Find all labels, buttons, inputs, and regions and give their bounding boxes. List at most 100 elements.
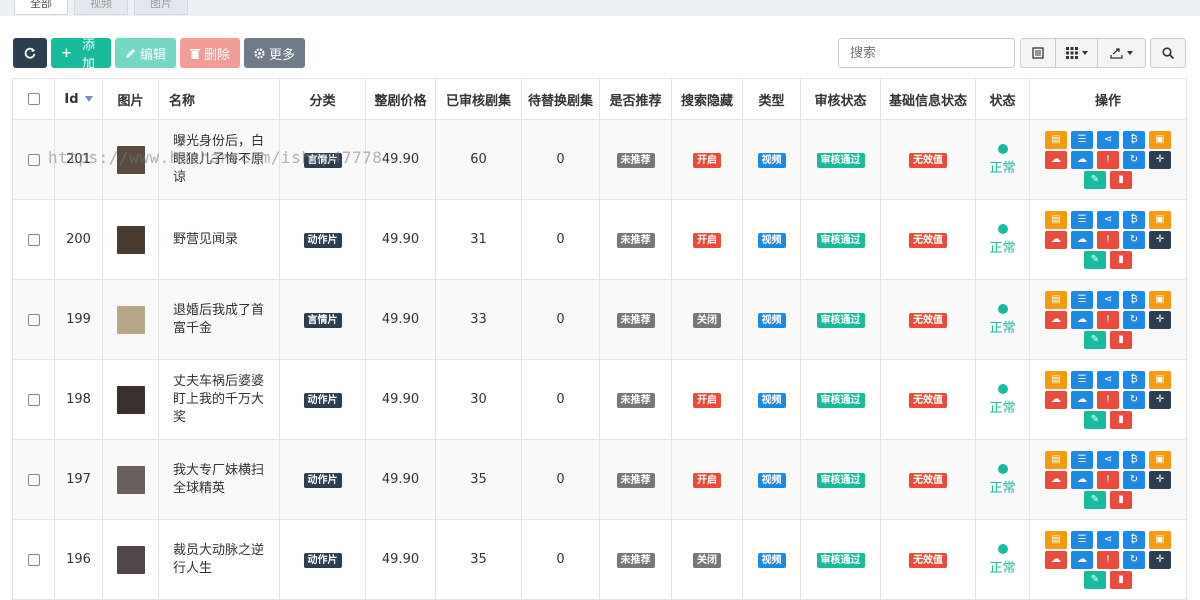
table-row[interactable]: 198 丈夫车祸后婆婆盯上我的千万大奖 动作片 49.90 30 0 未推荐 开启 视频 审核通过… bbox=[12, 359, 1187, 440]
recommend-badge[interactable]: 未推荐 bbox=[616, 552, 655, 568]
edit-icon[interactable]: ✎ bbox=[1084, 410, 1106, 429]
table-row[interactable]: 201 曝光身份后，白眼狼儿子悔不原谅 言情片 49.90 60 0 未推荐 开启 视频 审核通过… bbox=[12, 119, 1187, 200]
list-icon[interactable]: ☰ bbox=[1071, 450, 1093, 469]
id-card-icon[interactable]: ▤ bbox=[1045, 530, 1067, 549]
sync-icon[interactable]: ↻ bbox=[1123, 390, 1145, 409]
alert-icon[interactable]: ! bbox=[1097, 310, 1119, 329]
bitcoin-icon[interactable]: ₿ bbox=[1123, 290, 1145, 309]
list-icon[interactable]: ☰ bbox=[1071, 130, 1093, 149]
move-icon[interactable]: ✛ bbox=[1149, 390, 1171, 409]
sync-icon[interactable]: ↻ bbox=[1123, 150, 1145, 169]
table-row[interactable]: 199 退婚后我成了首富千金 言情片 49.90 33 0 未推荐 关闭 视频 审核通过 无效值 正常… bbox=[12, 279, 1187, 360]
cloud-upload-icon[interactable]: ☁ bbox=[1045, 230, 1067, 249]
edit-icon[interactable]: ✎ bbox=[1084, 250, 1106, 269]
search-button[interactable] bbox=[1150, 38, 1186, 68]
search-hide-badge[interactable]: 开启 bbox=[693, 232, 721, 248]
thumbnail-image[interactable] bbox=[116, 465, 145, 494]
trash-icon[interactable]: ▮ bbox=[1110, 570, 1132, 589]
bitcoin-icon[interactable]: ₿ bbox=[1123, 130, 1145, 149]
move-icon[interactable]: ✛ bbox=[1149, 230, 1171, 249]
search-hide-badge[interactable]: 关闭 bbox=[693, 312, 721, 328]
tab-all[interactable]: 全部 bbox=[14, 0, 68, 15]
table-row[interactable]: 196 裁员大动脉之逆行人生 动作片 49.90 35 0 未推荐 关闭 视频 审核通过 无效值 正常… bbox=[12, 519, 1187, 600]
columns-dropdown[interactable] bbox=[1056, 38, 1098, 68]
move-icon[interactable]: ✛ bbox=[1149, 470, 1171, 489]
cloud-upload-icon[interactable]: ☁ bbox=[1045, 310, 1067, 329]
cloud-upload-icon[interactable]: ☁ bbox=[1045, 150, 1067, 169]
thumbnail-image[interactable] bbox=[116, 545, 145, 574]
alert-icon[interactable]: ! bbox=[1097, 470, 1119, 489]
row-checkbox[interactable] bbox=[27, 153, 40, 166]
edit-icon[interactable]: ✎ bbox=[1084, 170, 1106, 189]
refresh-button[interactable] bbox=[13, 38, 47, 68]
recommend-badge[interactable]: 未推荐 bbox=[616, 392, 655, 408]
cloud-upload-icon[interactable]: ☁ bbox=[1045, 390, 1067, 409]
search-input[interactable] bbox=[838, 38, 1015, 68]
move-icon[interactable]: ✛ bbox=[1149, 150, 1171, 169]
cloud-download-icon[interactable]: ☁ bbox=[1071, 390, 1093, 409]
list-icon[interactable]: ☰ bbox=[1071, 210, 1093, 229]
alert-icon[interactable]: ! bbox=[1097, 230, 1119, 249]
cloud-upload-icon[interactable]: ☁ bbox=[1045, 470, 1067, 489]
id-card-icon[interactable]: ▤ bbox=[1045, 450, 1067, 469]
row-checkbox[interactable] bbox=[27, 313, 40, 326]
share-icon[interactable]: ⋖ bbox=[1097, 130, 1119, 149]
trash-icon[interactable]: ▮ bbox=[1110, 330, 1132, 349]
tab-video[interactable]: 视频 bbox=[74, 0, 128, 15]
share-icon[interactable]: ⋖ bbox=[1097, 290, 1119, 309]
trash-icon[interactable]: ▮ bbox=[1110, 410, 1132, 429]
cloud-download-icon[interactable]: ☁ bbox=[1071, 470, 1093, 489]
thumbnail-image[interactable] bbox=[116, 145, 145, 174]
recommend-badge[interactable]: 未推荐 bbox=[616, 312, 655, 328]
bitcoin-icon[interactable]: ₿ bbox=[1123, 530, 1145, 549]
cloud-download-icon[interactable]: ☁ bbox=[1071, 150, 1093, 169]
edit-button[interactable]: 编辑 bbox=[115, 38, 176, 68]
sync-icon[interactable]: ↻ bbox=[1123, 550, 1145, 569]
id-card-icon[interactable]: ▤ bbox=[1045, 210, 1067, 229]
id-card-icon[interactable]: ▤ bbox=[1045, 130, 1067, 149]
row-checkbox[interactable] bbox=[27, 553, 40, 566]
add-button[interactable]: + 添加 bbox=[51, 38, 111, 72]
cloud-upload-icon[interactable]: ☁ bbox=[1045, 550, 1067, 569]
search-hide-badge[interactable]: 开启 bbox=[693, 472, 721, 488]
sync-icon[interactable]: ↻ bbox=[1123, 230, 1145, 249]
recommend-badge[interactable]: 未推荐 bbox=[616, 152, 655, 168]
delete-button[interactable]: 删除 bbox=[180, 38, 240, 68]
move-icon[interactable]: ✛ bbox=[1149, 310, 1171, 329]
select-all-checkbox[interactable] bbox=[27, 93, 40, 105]
thumbnail-image[interactable] bbox=[116, 225, 145, 254]
image-icon[interactable]: ▣ bbox=[1149, 370, 1171, 389]
export-dropdown[interactable] bbox=[1098, 38, 1146, 68]
search-hide-badge[interactable]: 关闭 bbox=[693, 552, 721, 568]
table-row[interactable]: 197 我大专厂妹横扫全球精英 动作片 49.90 35 0 未推荐 开启 视频 审核通过 无效值正… bbox=[12, 439, 1187, 520]
edit-icon[interactable]: ✎ bbox=[1084, 330, 1106, 349]
thumbnail-image[interactable] bbox=[116, 385, 145, 414]
share-icon[interactable]: ⋖ bbox=[1097, 530, 1119, 549]
edit-icon[interactable]: ✎ bbox=[1084, 490, 1106, 509]
row-checkbox[interactable] bbox=[27, 473, 40, 486]
image-icon[interactable]: ▣ bbox=[1149, 210, 1171, 229]
recommend-badge[interactable]: 未推荐 bbox=[616, 472, 655, 488]
tab-image[interactable]: 图片 bbox=[134, 0, 188, 15]
share-icon[interactable]: ⋖ bbox=[1097, 210, 1119, 229]
share-icon[interactable]: ⋖ bbox=[1097, 450, 1119, 469]
cloud-download-icon[interactable]: ☁ bbox=[1071, 550, 1093, 569]
trash-icon[interactable]: ▮ bbox=[1110, 490, 1132, 509]
search-hide-badge[interactable]: 开启 bbox=[693, 392, 721, 408]
list-icon[interactable]: ☰ bbox=[1071, 530, 1093, 549]
list-icon[interactable]: ☰ bbox=[1071, 370, 1093, 389]
thumbnail-image[interactable] bbox=[116, 305, 145, 334]
col-id[interactable]: Id bbox=[54, 78, 103, 120]
trash-icon[interactable]: ▮ bbox=[1110, 250, 1132, 269]
edit-icon[interactable]: ✎ bbox=[1084, 570, 1106, 589]
image-icon[interactable]: ▣ bbox=[1149, 450, 1171, 469]
trash-icon[interactable]: ▮ bbox=[1110, 170, 1132, 189]
recommend-badge[interactable]: 未推荐 bbox=[616, 232, 655, 248]
table-row[interactable]: 200 野营见闻录 动作片 49.90 31 0 未推荐 开启 视频 审核通过 无效值 正常 ▤ ☰ ⋖ ₿ ▣… bbox=[12, 199, 1187, 280]
cloud-download-icon[interactable]: ☁ bbox=[1071, 230, 1093, 249]
id-card-icon[interactable]: ▤ bbox=[1045, 290, 1067, 309]
list-icon[interactable]: ☰ bbox=[1071, 290, 1093, 309]
bitcoin-icon[interactable]: ₿ bbox=[1123, 370, 1145, 389]
image-icon[interactable]: ▣ bbox=[1149, 530, 1171, 549]
toggle-view-button[interactable] bbox=[1020, 38, 1056, 68]
